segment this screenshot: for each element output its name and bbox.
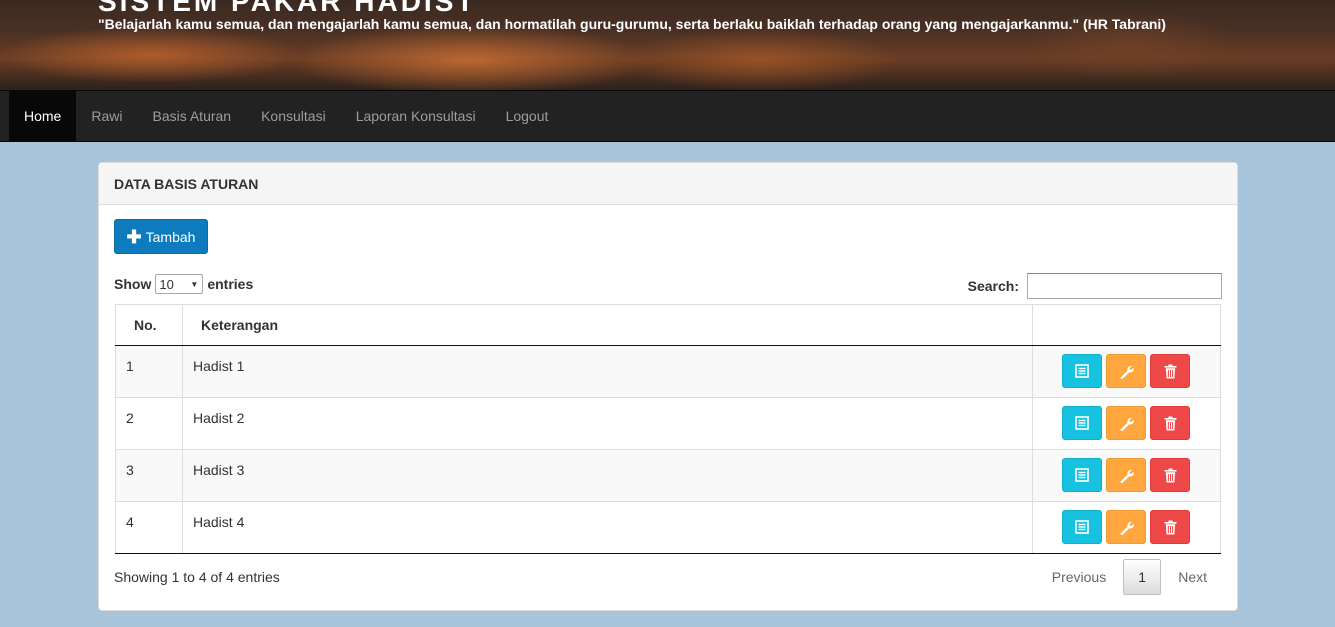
table-info: Showing 1 to 4 of 4 entries — [114, 569, 280, 585]
add-button-label: Tambah — [145, 228, 196, 245]
column-header-actions — [1032, 304, 1221, 346]
trash-icon — [1164, 364, 1176, 378]
entries-select[interactable]: 10 ▼ — [155, 274, 204, 294]
cell-no: 4 — [115, 501, 183, 554]
list-icon — [1075, 416, 1089, 430]
wrench-icon — [1120, 365, 1134, 379]
chevron-down-icon: ▼ — [190, 279, 199, 289]
entries-select-value: 10 — [159, 276, 174, 292]
wrench-icon — [1120, 469, 1134, 483]
edit-button[interactable] — [1106, 458, 1146, 492]
show-label: Show — [114, 276, 152, 292]
edit-button[interactable] — [1106, 406, 1146, 440]
list-icon — [1075, 520, 1089, 534]
navbar: Home Rawi Basis Aturan Konsultasi Lapora… — [0, 90, 1335, 142]
column-header-keterangan[interactable]: Keterangan — [182, 304, 1033, 346]
cell-keterangan: Hadist 1 — [182, 345, 1033, 398]
header-quote: "Belajarlah kamu semua, dan mengajarlah … — [98, 16, 1166, 32]
header-banner: SISTEM PAKAR HADIST "Belajarlah kamu sem… — [0, 0, 1335, 90]
delete-button[interactable] — [1150, 458, 1190, 492]
nav-item-logout[interactable]: Logout — [491, 91, 564, 141]
data-panel: DATA BASIS ATURAN ✚ Tambah Show 10 ▼ ent… — [98, 162, 1238, 611]
table-row: 2 Hadist 2 — [115, 397, 1221, 450]
cell-keterangan: Hadist 2 — [182, 397, 1033, 450]
edit-button[interactable] — [1106, 354, 1146, 388]
column-header-no[interactable]: No. — [115, 304, 183, 346]
cell-actions — [1032, 397, 1221, 450]
rules-table: No. Keterangan 1 Hadist 1 2 Hadist 2 3 H… — [115, 304, 1221, 554]
nav-item-rawi[interactable]: Rawi — [76, 91, 137, 141]
previous-page-button[interactable]: Previous — [1037, 559, 1121, 595]
trash-icon — [1164, 468, 1176, 482]
wrench-icon — [1120, 521, 1134, 535]
list-icon — [1075, 468, 1089, 482]
delete-button[interactable] — [1150, 510, 1190, 544]
view-button[interactable] — [1062, 354, 1102, 388]
wrench-icon — [1120, 417, 1134, 431]
next-page-button[interactable]: Next — [1163, 559, 1222, 595]
table-row: 1 Hadist 1 — [115, 345, 1221, 398]
table-header-row: No. Keterangan — [115, 304, 1221, 346]
delete-button[interactable] — [1150, 406, 1190, 440]
panel-heading: DATA BASIS ATURAN — [99, 163, 1237, 205]
add-button[interactable]: ✚ Tambah — [114, 219, 208, 254]
cell-no: 2 — [115, 397, 183, 450]
trash-icon — [1164, 520, 1176, 534]
plus-icon: ✚ — [126, 226, 142, 247]
nav-item-basis-aturan[interactable]: Basis Aturan — [137, 91, 246, 141]
entries-length-control: Show 10 ▼ entries — [114, 274, 253, 294]
trash-icon — [1164, 416, 1176, 430]
nav-item-konsultasi[interactable]: Konsultasi — [246, 91, 341, 141]
delete-button[interactable] — [1150, 354, 1190, 388]
cell-keterangan: Hadist 4 — [182, 501, 1033, 554]
pagination: Previous 1 Next — [1037, 559, 1222, 595]
table-row: 3 Hadist 3 — [115, 449, 1221, 502]
cell-no: 1 — [115, 345, 183, 398]
cell-actions — [1032, 501, 1221, 554]
view-button[interactable] — [1062, 510, 1102, 544]
table-row: 4 Hadist 4 — [115, 501, 1221, 554]
search-input[interactable] — [1027, 273, 1222, 299]
search-control: Search: — [968, 273, 1222, 299]
cell-actions — [1032, 345, 1221, 398]
search-label: Search: — [967, 278, 1019, 294]
cell-no: 3 — [115, 449, 183, 502]
page-1-button[interactable]: 1 — [1123, 559, 1162, 595]
entries-label: entries — [207, 276, 254, 292]
view-button[interactable] — [1062, 458, 1102, 492]
cell-keterangan: Hadist 3 — [182, 449, 1033, 502]
nav-item-laporan-konsultasi[interactable]: Laporan Konsultasi — [341, 91, 491, 141]
view-button[interactable] — [1062, 406, 1102, 440]
nav-menu: Home Rawi Basis Aturan Konsultasi Lapora… — [0, 91, 1335, 141]
cell-actions — [1032, 449, 1221, 502]
edit-button[interactable] — [1106, 510, 1146, 544]
nav-item-home[interactable]: Home — [9, 91, 77, 141]
list-icon — [1075, 364, 1089, 378]
